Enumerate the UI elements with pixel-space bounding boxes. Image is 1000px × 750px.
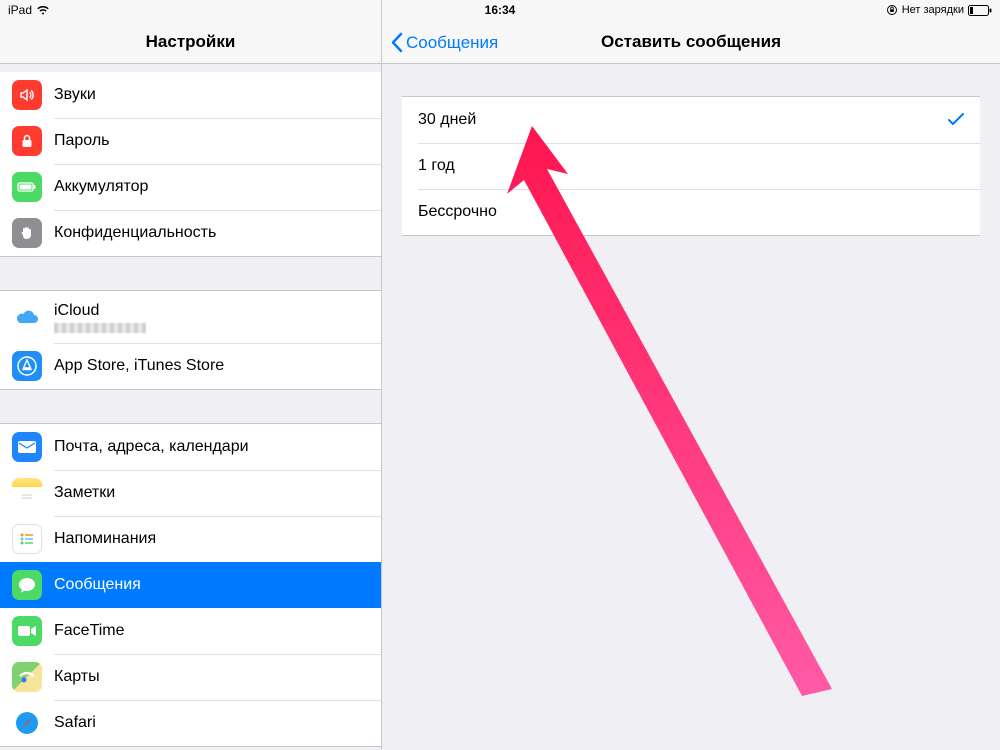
device-label: iPad: [8, 3, 32, 17]
sidebar-item-sounds[interactable]: Звуки: [0, 72, 381, 118]
notes-icon: [12, 478, 42, 508]
option-forever[interactable]: Бессрочно: [402, 189, 980, 235]
sidebar-item-passcode[interactable]: Пароль: [0, 118, 381, 164]
sidebar-item-label: Напоминания: [54, 530, 156, 548]
sidebar-item-label: Пароль: [54, 132, 110, 150]
battery-settings-icon: [12, 172, 42, 202]
safari-icon: [12, 708, 42, 738]
sidebar-item-appstore[interactable]: App Store, iTunes Store: [0, 343, 381, 389]
option-label: Бессрочно: [418, 203, 497, 221]
status-bar: iPad 16:34 Нет зарядки: [0, 0, 1000, 20]
sidebar-item-label: iCloud: [54, 302, 146, 320]
back-button[interactable]: Сообщения: [390, 32, 498, 53]
sidebar-item-label: Сообщения: [54, 576, 141, 594]
maps-icon: [12, 662, 42, 692]
sidebar-item-facetime[interactable]: FaceTime: [0, 608, 381, 654]
sidebar-item-maps[interactable]: Карты: [0, 654, 381, 700]
keep-messages-options: 30 дней 1 год Бессрочно: [402, 96, 980, 236]
sidebar-item-safari[interactable]: Safari: [0, 700, 381, 746]
sidebar-item-messages[interactable]: Сообщения: [0, 562, 381, 608]
sidebar-item-label: Почта, адреса, календари: [54, 438, 249, 456]
sidebar-item-mail[interactable]: Почта, адреса, календари: [0, 424, 381, 470]
sidebar-item-notes[interactable]: Заметки: [0, 470, 381, 516]
settings-sidebar: Настройки Звуки Пароль Аккумулято: [0, 0, 382, 750]
sidebar-item-label: FaceTime: [54, 622, 125, 640]
status-time: 16:34: [485, 3, 516, 17]
hand-icon: [12, 218, 42, 248]
cloud-icon: [12, 302, 42, 332]
sidebar-item-label: App Store, iTunes Store: [54, 357, 224, 375]
wifi-icon: [36, 5, 50, 15]
facetime-icon: [12, 616, 42, 646]
option-label: 30 дней: [418, 111, 476, 129]
sidebar-title: Настройки: [146, 32, 236, 52]
sounds-icon: [12, 80, 42, 110]
checkmark-icon: [948, 110, 964, 131]
option-30-days[interactable]: 30 дней: [402, 97, 980, 143]
detail-title: Оставить сообщения: [601, 32, 781, 52]
sidebar-item-battery[interactable]: Аккумулятор: [0, 164, 381, 210]
sidebar-item-icloud[interactable]: iCloud: [0, 291, 381, 343]
detail-pane: Сообщения Оставить сообщения 30 дней 1 г…: [382, 0, 1000, 750]
option-label: 1 год: [418, 157, 455, 175]
icloud-account-redacted: [54, 323, 146, 333]
mail-icon: [12, 432, 42, 462]
lock-icon: [12, 126, 42, 156]
sidebar-item-label: Звуки: [54, 86, 96, 104]
sidebar-item-label: Карты: [54, 668, 100, 686]
reminders-icon: [12, 524, 42, 554]
back-label: Сообщения: [406, 33, 498, 53]
sidebar-item-label: Заметки: [54, 484, 115, 502]
orientation-lock-icon: [886, 4, 898, 16]
sidebar-item-label: Safari: [54, 714, 96, 732]
option-1-year[interactable]: 1 год: [402, 143, 980, 189]
sidebar-item-privacy[interactable]: Конфиденциальность: [0, 210, 381, 256]
sidebar-item-label: Конфиденциальность: [54, 224, 216, 242]
sidebar-item-reminders[interactable]: Напоминания: [0, 516, 381, 562]
chevron-left-icon: [390, 32, 403, 53]
charging-text: Нет зарядки: [902, 4, 964, 16]
sidebar-item-label: Аккумулятор: [54, 178, 148, 196]
messages-icon: [12, 570, 42, 600]
battery-icon: [968, 5, 992, 16]
appstore-icon: [12, 351, 42, 381]
